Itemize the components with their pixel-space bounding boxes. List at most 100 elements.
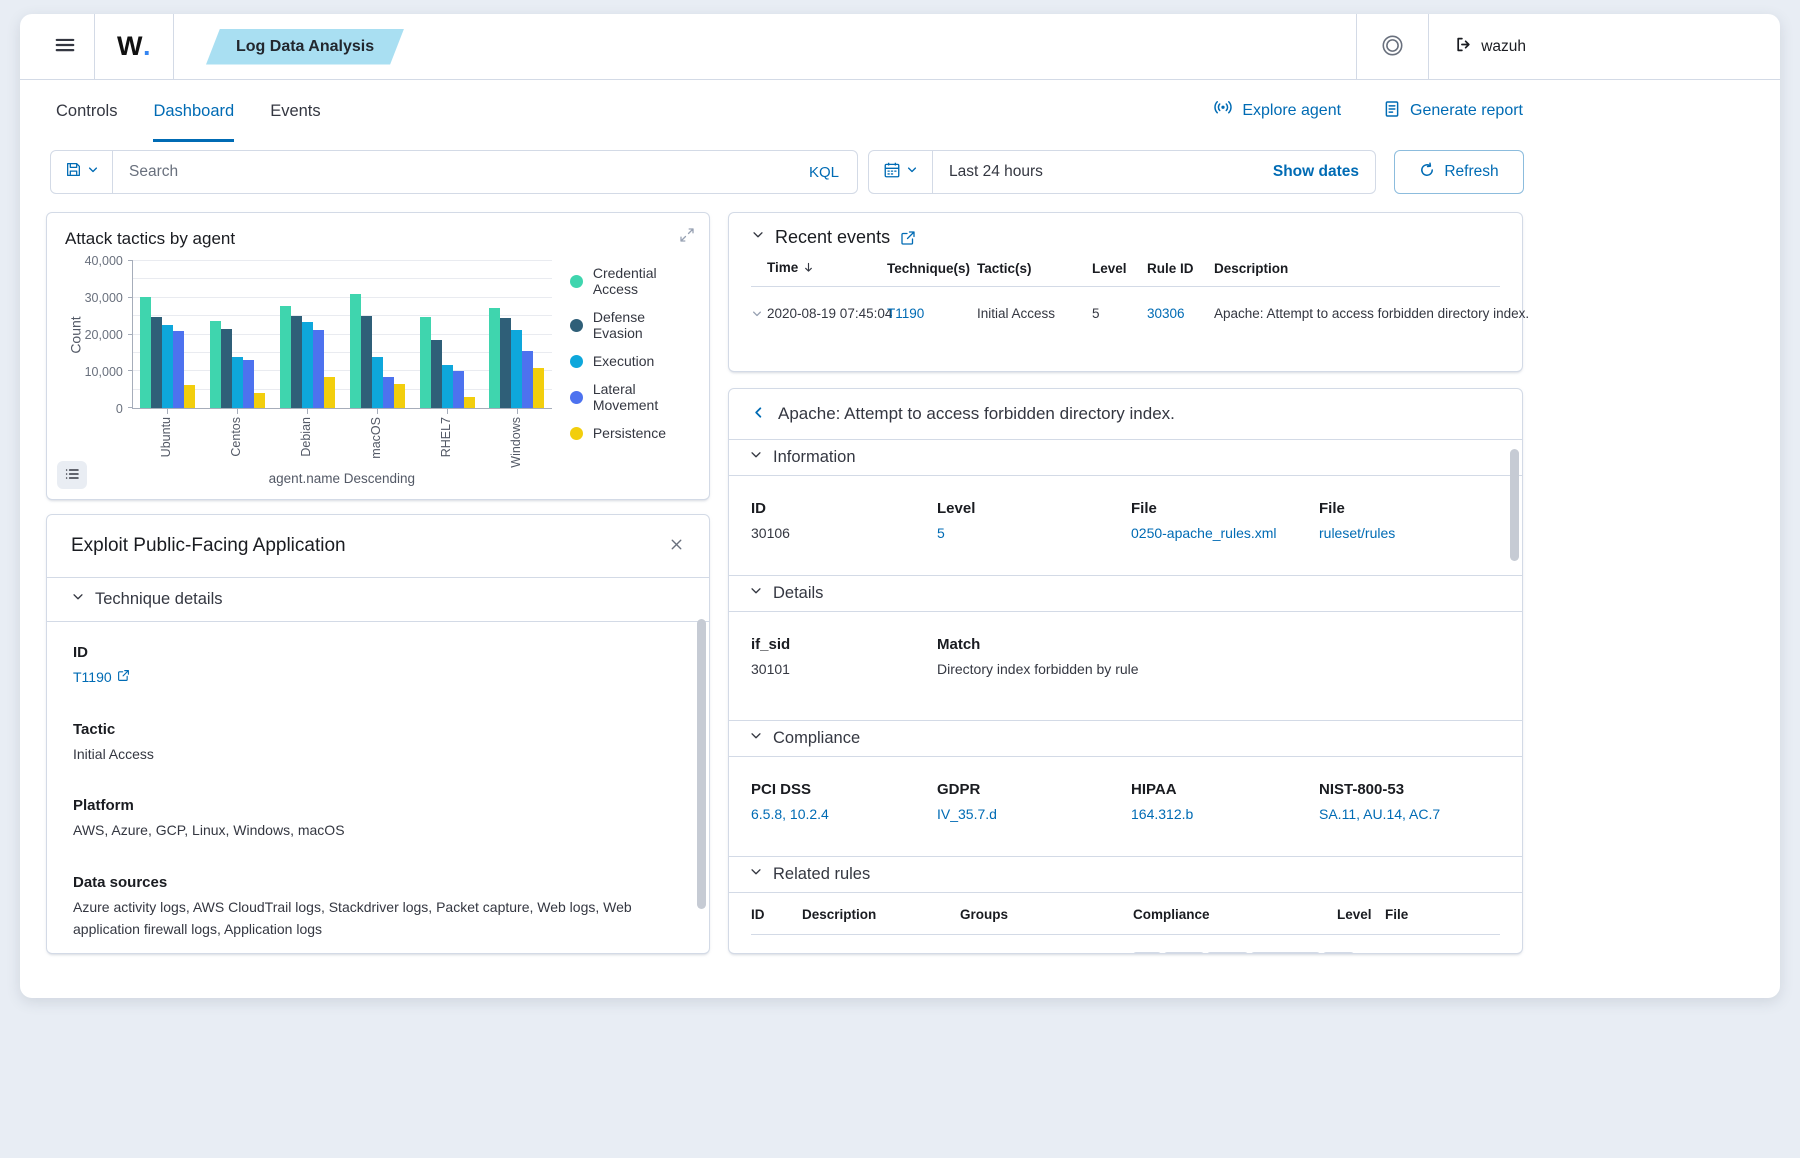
cell-time: 2020-08-19 07:45:04: [767, 287, 887, 332]
dashboard-content: Attack tactics by agent Count 010,00020,…: [20, 194, 1780, 954]
bar-execution[interactable]: [232, 357, 243, 408]
bar-lateral-movement[interactable]: [173, 331, 184, 408]
bar-persistence[interactable]: [184, 385, 195, 408]
field-value-link[interactable]: SA.11, AU.14, AC.7: [1319, 804, 1440, 826]
search-box: KQL: [50, 150, 858, 194]
chevron-down-icon: [749, 448, 763, 467]
status-circle-button[interactable]: [1357, 14, 1428, 79]
link-technique[interactable]: T1190: [887, 306, 924, 321]
quick-select-menu-button[interactable]: [869, 151, 933, 193]
vertical-scrollbar[interactable]: [697, 619, 706, 909]
bar-persistence[interactable]: [533, 368, 544, 408]
wazuh-logo[interactable]: W.: [95, 14, 173, 79]
legend-item-defense-evasion[interactable]: Defense Evasion: [570, 309, 691, 341]
bar-defense-evasion[interactable]: [291, 316, 302, 408]
compliance-section-toggle[interactable]: Compliance: [729, 720, 1522, 757]
field-tactic: TacticInitial Access: [73, 721, 683, 766]
bar-lateral-movement[interactable]: [453, 371, 464, 408]
field-value-link[interactable]: 5: [937, 523, 945, 545]
show-dates-button[interactable]: Show dates: [1273, 151, 1375, 193]
event-row[interactable]: 2020-08-19 07:45:04T1190Initial Access53…: [751, 287, 1500, 332]
explore-agent-button[interactable]: Explore agent: [1213, 99, 1341, 124]
bar-defense-evasion[interactable]: [361, 316, 372, 408]
field-value-link[interactable]: ruleset/rules: [1319, 523, 1395, 545]
bar-group-debian[interactable]: [273, 261, 343, 408]
column-header-description[interactable]: Description: [1214, 250, 1500, 287]
legend-item-persistence[interactable]: Persistence: [570, 425, 691, 441]
column-header-time[interactable]: Time: [767, 250, 887, 287]
field-value-link[interactable]: 6.5.8, 10.2.4: [751, 804, 829, 826]
row-expander[interactable]: [751, 287, 767, 332]
bar-group-centos[interactable]: [203, 261, 273, 408]
bar-credential-access[interactable]: [350, 294, 361, 408]
bar-defense-evasion[interactable]: [151, 317, 162, 408]
bar-group-windows[interactable]: [482, 261, 552, 408]
details-section-toggle[interactable]: Details: [729, 575, 1522, 612]
information-section-toggle[interactable]: Information: [729, 440, 1522, 476]
bar-persistence[interactable]: [464, 397, 475, 408]
back-button[interactable]: [751, 405, 766, 423]
time-range-value[interactable]: Last 24 hours: [933, 151, 1043, 193]
vertical-scrollbar[interactable]: [1510, 449, 1519, 561]
legend-item-lateral-movement[interactable]: Lateral Movement: [570, 381, 691, 413]
open-events-icon[interactable]: [900, 230, 916, 246]
field-hipaa: HIPAA164.312.b: [1131, 781, 1319, 826]
related-rule-row[interactable]: 30104Apache: segmentation fault.service_…: [751, 935, 1500, 954]
column-header-technique-s[interactable]: Technique(s): [887, 250, 977, 287]
legend-item-execution[interactable]: Execution: [570, 353, 691, 369]
saved-query-menu-button[interactable]: [51, 151, 113, 193]
legend-toggle-button[interactable]: [57, 461, 87, 489]
bar-execution[interactable]: [511, 330, 522, 408]
technique-details-section-toggle[interactable]: Technique details: [47, 578, 709, 622]
bar-persistence[interactable]: [394, 384, 405, 408]
bar-credential-access[interactable]: [140, 297, 151, 408]
bar-persistence[interactable]: [254, 393, 265, 408]
bar-credential-access[interactable]: [210, 321, 221, 408]
bar-group-macos[interactable]: [342, 261, 412, 408]
tab-events[interactable]: Events: [270, 80, 320, 142]
search-input[interactable]: [113, 151, 791, 193]
refresh-button[interactable]: Refresh: [1394, 150, 1524, 194]
bar-lateral-movement[interactable]: [522, 351, 533, 408]
bar-credential-access[interactable]: [420, 317, 431, 409]
bar-execution[interactable]: [162, 325, 173, 408]
link-rule-id[interactable]: 30306: [1147, 306, 1185, 321]
bar-defense-evasion[interactable]: [221, 329, 232, 408]
details-fields: if_sid30101MatchDirectory index forbidde…: [729, 612, 1522, 721]
expand-panel-button[interactable]: [679, 227, 695, 246]
cell-technique: T1190: [887, 287, 977, 332]
field-value-link[interactable]: T1190: [73, 667, 130, 689]
bar-lateral-movement[interactable]: [243, 360, 254, 409]
close-panel-button[interactable]: [668, 536, 685, 556]
tab-controls[interactable]: Controls: [56, 80, 117, 142]
generate-report-button[interactable]: Generate report: [1383, 100, 1523, 123]
related-rules-section-toggle[interactable]: Related rules: [729, 856, 1522, 893]
bar-execution[interactable]: [372, 357, 383, 408]
bar-lateral-movement[interactable]: [383, 377, 394, 408]
field-value-link[interactable]: 164.312.b: [1131, 804, 1193, 826]
bar-credential-access[interactable]: [489, 308, 500, 408]
bar-lateral-movement[interactable]: [313, 330, 324, 408]
column-header-level[interactable]: Level: [1092, 250, 1147, 287]
bar-execution[interactable]: [302, 322, 313, 408]
bar-persistence[interactable]: [324, 377, 335, 408]
tab-dashboard[interactable]: Dashboard: [153, 80, 234, 142]
column-header-rule-id[interactable]: Rule ID: [1147, 250, 1214, 287]
bar-defense-evasion[interactable]: [431, 340, 442, 408]
bar-credential-access[interactable]: [280, 306, 291, 408]
menu-button[interactable]: [36, 14, 94, 79]
breadcrumb[interactable]: Log Data Analysis: [206, 29, 404, 65]
legend-item-credential-access[interactable]: Credential Access: [570, 265, 691, 297]
query-language-button[interactable]: KQL: [791, 151, 857, 193]
bar-execution[interactable]: [442, 365, 453, 408]
chevron-down-icon[interactable]: [751, 228, 765, 247]
section-title: Technique details: [95, 590, 223, 609]
field-value-link[interactable]: 0250-apache_rules.xml: [1131, 523, 1277, 545]
bar-defense-evasion[interactable]: [500, 318, 511, 408]
column-header-tactic-s[interactable]: Tactic(s): [977, 250, 1092, 287]
bar-group-ubuntu[interactable]: [133, 261, 203, 408]
logout-button[interactable]: wazuh: [1429, 14, 1536, 79]
bar-group-rhel7[interactable]: [412, 261, 482, 408]
field-value-link[interactable]: IV_35.7.d: [937, 804, 997, 826]
field-label: NIST-800-53: [1319, 781, 1500, 798]
